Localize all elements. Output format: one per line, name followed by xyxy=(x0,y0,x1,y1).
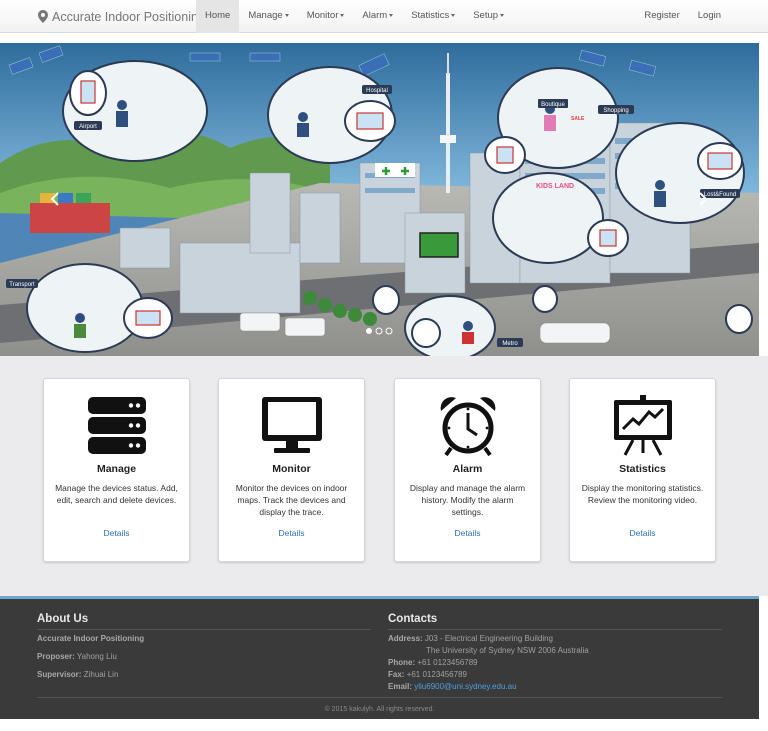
boutique-label: Boutique xyxy=(541,102,565,108)
shopping-label: Shopping xyxy=(603,108,628,114)
caret-down-icon xyxy=(284,13,289,17)
metro-label: Metro xyxy=(502,341,518,347)
supervisor-line: Supervisor: Zihuai Lin xyxy=(37,670,118,679)
card-manage: Manage Manage the devices status. Add, e… xyxy=(43,378,190,562)
transport-label: Transport xyxy=(9,282,35,288)
nav-manage-label: Manage xyxy=(248,10,283,21)
nav-monitor-label: Monitor xyxy=(306,10,339,21)
caret-down-icon xyxy=(500,13,505,17)
proposer-line: Proposer: Yahong Liu xyxy=(37,652,117,661)
email-line: Email: yliu6900@uni.sydney.edu.au xyxy=(388,682,517,691)
email-label: Email: xyxy=(388,682,413,691)
footer-divider xyxy=(37,697,722,698)
brand-link[interactable]: Accurate Indoor Positioning xyxy=(38,8,205,25)
nav-home[interactable]: Home xyxy=(196,0,240,33)
card-title: Manage xyxy=(96,463,137,475)
site-footer: About Us Accurate Indoor Positioning Pro… xyxy=(0,596,759,719)
map-marker-icon xyxy=(38,10,48,23)
email-link[interactable]: yliu6900@uni.sydney.edu.au xyxy=(414,682,516,691)
top-navbar: Accurate Indoor Positioning Home Manage … xyxy=(0,0,768,33)
page-bottom xyxy=(0,719,768,731)
details-link[interactable]: Details xyxy=(44,528,189,538)
address-value-2: The University of Sydney NSW 2006 Austra… xyxy=(426,646,589,655)
nav-setup-label: Setup xyxy=(473,10,499,21)
register-link[interactable]: Register xyxy=(635,0,688,33)
project-name-text: Accurate Indoor Positioning xyxy=(37,634,145,643)
copyright: © 2015 kakulyh. All rights reserved. xyxy=(324,706,435,713)
account-nav: Register Login xyxy=(635,0,730,33)
caret-down-icon xyxy=(389,13,394,17)
nav-statistics-label: Statistics xyxy=(411,10,450,21)
project-name: Accurate Indoor Positioning xyxy=(37,634,144,643)
nav-alarm-label: Alarm xyxy=(362,10,388,21)
sale-label: SALE xyxy=(571,116,585,122)
fax-line: Fax: +61 0123456789 xyxy=(388,670,467,679)
nav-monitor-dropdown[interactable]: Monitor xyxy=(298,0,354,33)
kids-land-label: KIDS LAND xyxy=(536,183,574,190)
about-divider xyxy=(37,629,371,630)
address-value-1: J03 - Electrical Engineering Building xyxy=(424,634,553,643)
proposer-value: Yahong Liu xyxy=(76,652,117,661)
card-statistics: Statistics Display the monitoring statis… xyxy=(569,378,716,562)
contacts-divider xyxy=(388,629,722,630)
carousel-indicator-1 xyxy=(366,328,372,334)
card-title: Alarm xyxy=(452,463,483,475)
card-description: Display and manage the alarm history. Mo… xyxy=(409,483,526,517)
card-alarm: Alarm Display and manage the alarm histo… xyxy=(394,378,541,562)
hero-carousel: Airport Hospital Boutique Shopping KIDS … xyxy=(0,43,759,356)
nav-alarm-dropdown[interactable]: Alarm xyxy=(353,0,402,33)
address-label: Address: xyxy=(388,634,423,643)
airport-label: Airport xyxy=(79,124,97,130)
card-title: Statistics xyxy=(619,463,666,475)
contacts-title: Contacts xyxy=(388,613,438,625)
lost-found-label: Lost&Found xyxy=(704,192,736,198)
phone-value: +61 0123456789 xyxy=(417,658,478,667)
brand-title: Accurate Indoor Positioning xyxy=(52,9,205,24)
card-title: Monitor xyxy=(272,463,311,475)
smart-city-illustration: Airport Hospital Boutique Shopping KIDS … xyxy=(0,43,759,356)
monitor-icon xyxy=(219,395,364,457)
details-link[interactable]: Details xyxy=(395,528,540,538)
supervisor-value: Zihuai Lin xyxy=(83,670,119,679)
supervisor-label: Supervisor: xyxy=(37,670,82,679)
card-description: Monitor the devices on indoor maps. Trac… xyxy=(235,483,348,517)
presentation-chart-icon xyxy=(570,395,715,457)
card-description: Manage the devices status. Add, edit, se… xyxy=(55,483,178,505)
phone-line: Phone: +61 0123456789 xyxy=(388,658,478,667)
nav-manage-dropdown[interactable]: Manage xyxy=(239,0,297,33)
phone-label: Phone: xyxy=(388,658,416,667)
card-monitor: Monitor Monitor the devices on indoor ma… xyxy=(218,378,365,562)
proposer-label: Proposer: xyxy=(37,652,75,661)
nav-setup-dropdown[interactable]: Setup xyxy=(464,0,513,33)
login-link[interactable]: Login xyxy=(689,0,730,33)
caret-down-icon xyxy=(451,13,456,17)
server-icon xyxy=(44,395,189,457)
about-us-title: About Us xyxy=(37,613,89,625)
card-description: Display the monitoring statistics. Revie… xyxy=(581,483,704,505)
caret-down-icon xyxy=(340,13,345,17)
fax-value: +61 0123456789 xyxy=(406,670,467,679)
fax-label: Fax: xyxy=(388,670,405,679)
alarm-clock-icon xyxy=(395,395,540,457)
address-line: Address: J03 - Electrical Engineering Bu… xyxy=(388,634,553,643)
details-link[interactable]: Details xyxy=(570,528,715,538)
hospital-label: Hospital xyxy=(366,88,388,94)
nav-statistics-dropdown[interactable]: Statistics xyxy=(402,0,464,33)
details-link[interactable]: Details xyxy=(219,528,364,538)
main-nav: Home Manage Monitor Alarm Statistics Set… xyxy=(196,0,513,33)
